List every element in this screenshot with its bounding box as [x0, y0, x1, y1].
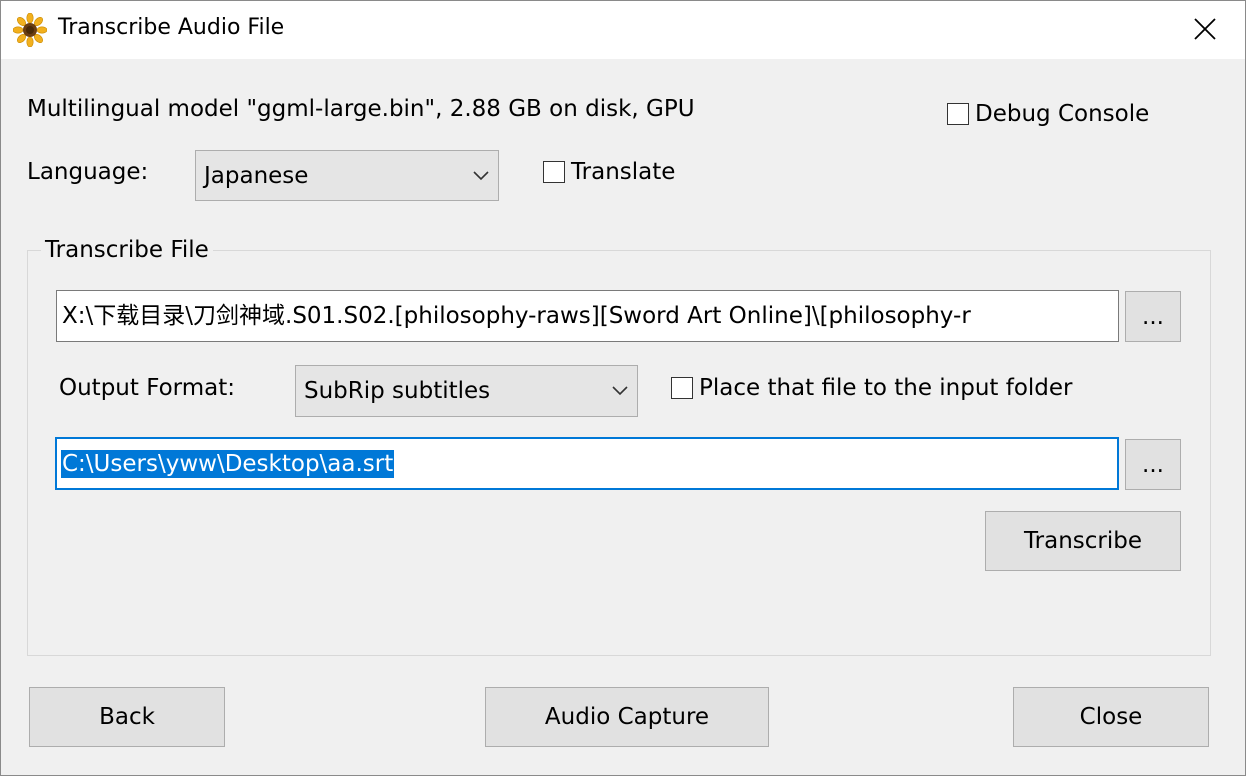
back-button[interactable]: Back — [29, 687, 225, 747]
close-icon — [1194, 18, 1216, 40]
output-format-label: Output Format: — [59, 375, 236, 401]
transcribe-button[interactable]: Transcribe — [985, 511, 1181, 571]
debug-console-checkbox[interactable]: Debug Console — [947, 100, 1149, 128]
output-file-path-text: C:\Users\yww\Desktop\aa.srt — [61, 449, 395, 478]
transcribe-dialog: Transcribe Audio File Multilingual model… — [0, 0, 1246, 776]
chevron-down-icon — [464, 151, 498, 200]
model-info-text: Multilingual model "ggml-large.bin", 2.8… — [27, 96, 695, 122]
title-bar: Transcribe Audio File — [1, 1, 1245, 59]
language-select[interactable]: Japanese — [195, 150, 499, 201]
browse-input-button[interactable]: ... — [1125, 291, 1181, 342]
window-close-button[interactable] — [1165, 1, 1245, 57]
close-button[interactable]: Close — [1013, 687, 1209, 747]
input-file-path-text: X:\下载目录\刀剑神域.S01.S02.[philosophy-raws][S… — [62, 303, 971, 329]
window-title: Transcribe Audio File — [58, 15, 285, 40]
browse-output-button[interactable]: ... — [1125, 439, 1181, 490]
audio-capture-button[interactable]: Audio Capture — [485, 687, 769, 747]
checkbox-box[interactable] — [543, 161, 565, 183]
place-in-input-folder-checkbox[interactable]: Place that file to the input folder — [671, 374, 1073, 402]
translate-label: Translate — [571, 159, 676, 185]
debug-console-label: Debug Console — [975, 101, 1150, 127]
transcribe-file-group-title: Transcribe File — [41, 236, 213, 264]
place-in-input-folder-label: Place that file to the input folder — [699, 375, 1073, 401]
output-file-path-field[interactable]: C:\Users\yww\Desktop\aa.srt — [55, 437, 1119, 490]
checkbox-box[interactable] — [947, 103, 969, 125]
language-label: Language: — [27, 159, 149, 185]
checkbox-box[interactable] — [671, 377, 693, 399]
output-format-value: SubRip subtitles — [304, 378, 491, 404]
output-format-select[interactable]: SubRip subtitles — [295, 365, 638, 417]
input-file-path-field[interactable]: X:\下载目录\刀剑神域.S01.S02.[philosophy-raws][S… — [56, 290, 1119, 342]
language-value: Japanese — [204, 162, 309, 189]
chevron-down-icon — [603, 366, 637, 416]
translate-checkbox[interactable]: Translate — [543, 158, 675, 186]
sunflower-icon — [13, 13, 47, 47]
